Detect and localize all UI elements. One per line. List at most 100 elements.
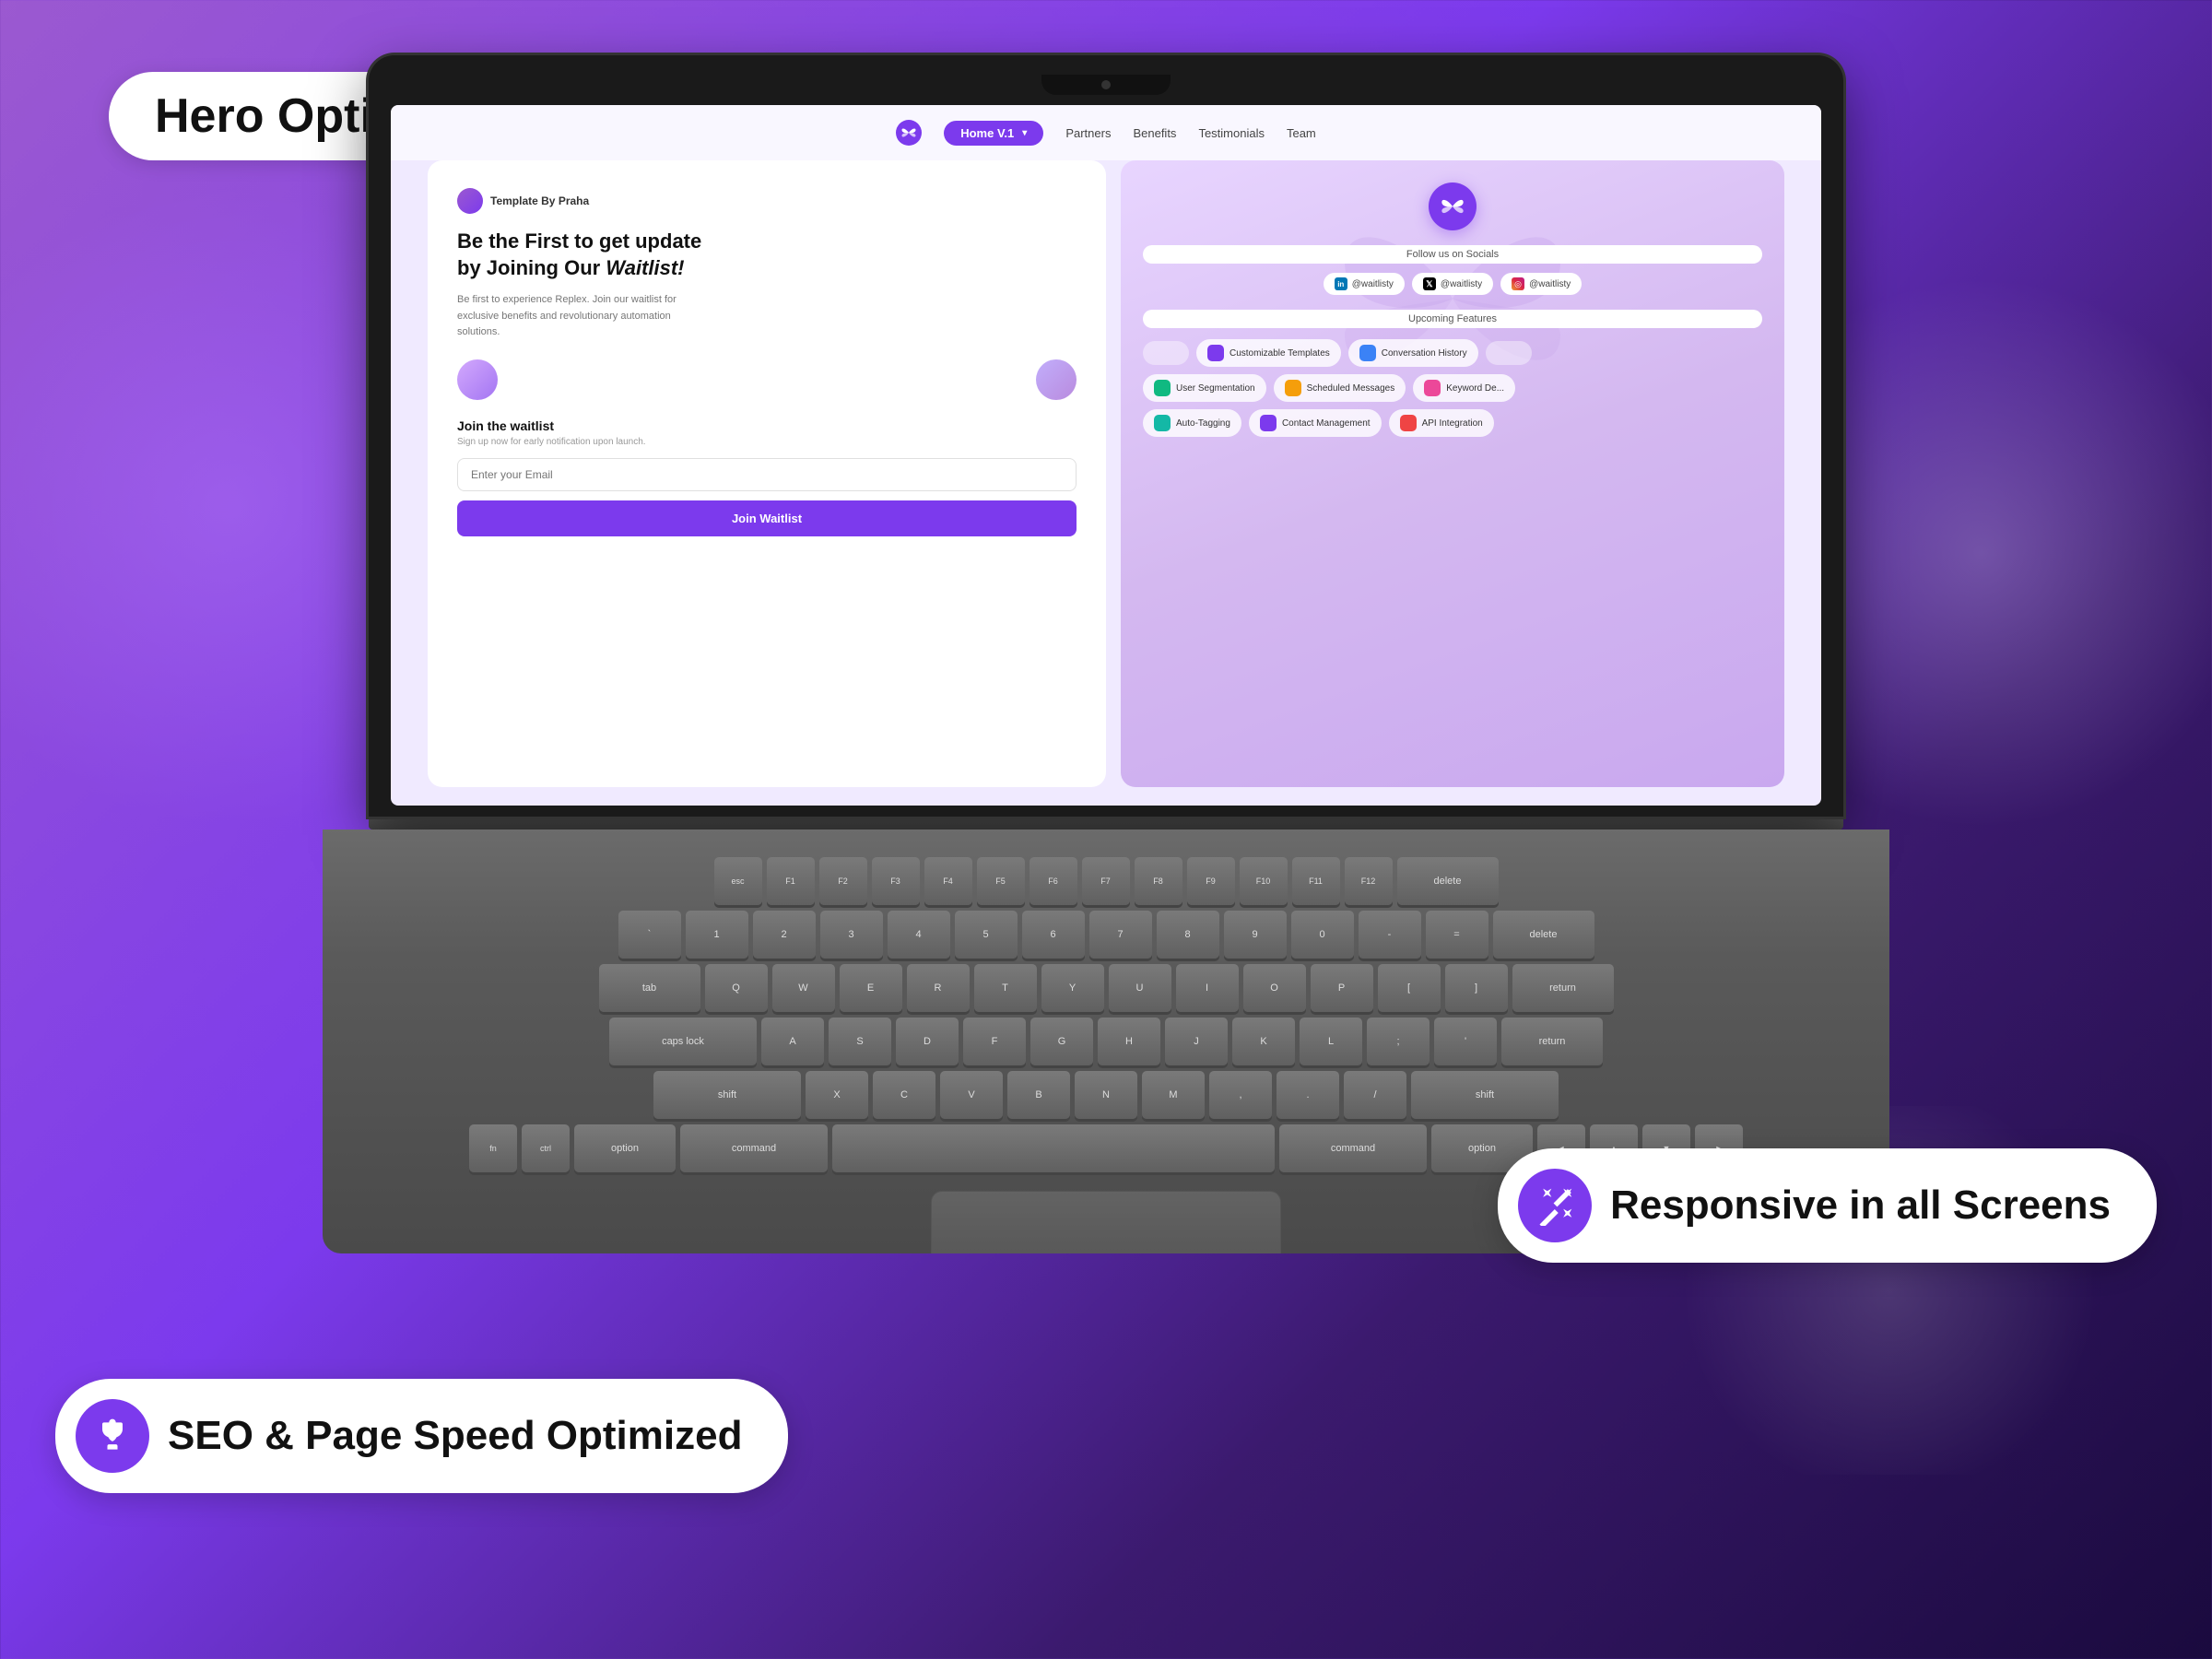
key-backspace[interactable]: delete (1493, 911, 1594, 959)
key-7[interactable]: 7 (1089, 911, 1152, 959)
key-r[interactable]: R (907, 964, 970, 1012)
key-n[interactable]: N (1075, 1071, 1137, 1119)
social-pill-twitter[interactable]: 𝕏 @waitlisty (1412, 273, 1493, 295)
nav-item-benefits[interactable]: Benefits (1133, 126, 1176, 140)
features-label: Upcoming Features (1143, 310, 1762, 328)
key-f5[interactable]: F5 (977, 857, 1025, 905)
key-shift-right[interactable]: shift (1411, 1071, 1559, 1119)
key-rbracket[interactable]: ] (1445, 964, 1508, 1012)
api-integration-icon (1400, 415, 1417, 431)
key-4[interactable]: 4 (888, 911, 950, 959)
social-pill-instagram[interactable]: ◎ @waitlisty (1500, 273, 1582, 295)
key-y[interactable]: Y (1041, 964, 1104, 1012)
key-f8[interactable]: F8 (1135, 857, 1182, 905)
key-x[interactable]: X (806, 1071, 868, 1119)
key-q[interactable]: Q (705, 964, 768, 1012)
key-semicolon[interactable]: ; (1367, 1018, 1430, 1065)
key-k[interactable]: K (1232, 1018, 1295, 1065)
hero-title: Be the First to get update by Joining Ou… (457, 229, 1077, 281)
key-ctrl[interactable]: ctrl (522, 1124, 570, 1172)
key-l[interactable]: L (1300, 1018, 1362, 1065)
feature-chip-api: API Integration (1389, 409, 1494, 437)
key-f11[interactable]: F11 (1292, 857, 1340, 905)
key-command-left[interactable]: command (680, 1124, 828, 1172)
key-caps[interactable]: caps lock (609, 1018, 757, 1065)
key-minus[interactable]: - (1359, 911, 1421, 959)
key-0[interactable]: 0 (1291, 911, 1354, 959)
key-command-right[interactable]: command (1279, 1124, 1427, 1172)
key-u[interactable]: U (1109, 964, 1171, 1012)
key-comma[interactable]: , (1209, 1071, 1272, 1119)
key-b[interactable]: B (1007, 1071, 1070, 1119)
key-lbracket[interactable]: [ (1378, 964, 1441, 1012)
key-f2[interactable]: F2 (819, 857, 867, 905)
template-text: Template By Praha (490, 194, 589, 207)
key-c[interactable]: C (873, 1071, 935, 1119)
key-delete[interactable]: delete (1397, 857, 1499, 905)
key-p[interactable]: P (1311, 964, 1373, 1012)
key-f7[interactable]: F7 (1082, 857, 1130, 905)
key-return-2[interactable]: return (1501, 1018, 1603, 1065)
key-d[interactable]: D (896, 1018, 959, 1065)
key-j[interactable]: J (1165, 1018, 1228, 1065)
key-g[interactable]: G (1030, 1018, 1093, 1065)
key-fn-key[interactable]: fn (469, 1124, 517, 1172)
key-f6[interactable]: F6 (1030, 857, 1077, 905)
key-f10[interactable]: F10 (1240, 857, 1288, 905)
hero-avatar-1 (457, 359, 498, 400)
camera-notch (1041, 75, 1171, 95)
nav-item-partners[interactable]: Partners (1065, 126, 1111, 140)
email-input[interactable] (457, 458, 1077, 491)
key-s[interactable]: S (829, 1018, 891, 1065)
faded-pill-2 (1486, 341, 1532, 365)
key-row-asdf: caps lock A S D F G H J K L ; ' return (433, 1018, 1779, 1065)
key-row-qwerty: tab Q W E R T Y U I O P [ ] return (433, 964, 1779, 1012)
dropdown-arrow-icon: ▾ (1022, 128, 1027, 138)
key-m[interactable]: M (1142, 1071, 1205, 1119)
key-f3[interactable]: F3 (872, 857, 920, 905)
key-5[interactable]: 5 (955, 911, 1018, 959)
nav-home-label: Home V.1 (960, 126, 1014, 140)
key-backtick[interactable]: ` (618, 911, 681, 959)
key-space[interactable] (832, 1124, 1275, 1172)
key-equals[interactable]: = (1426, 911, 1488, 959)
feature-chip-conversation: Conversation History (1348, 339, 1478, 367)
key-e[interactable]: E (840, 964, 902, 1012)
key-w[interactable]: W (772, 964, 835, 1012)
key-t[interactable]: T (974, 964, 1037, 1012)
key-esc[interactable]: esc (714, 857, 762, 905)
key-f9[interactable]: F9 (1187, 857, 1235, 905)
key-slash[interactable]: / (1344, 1071, 1406, 1119)
join-title: Join the waitlist (457, 418, 1077, 433)
key-o[interactable]: O (1243, 964, 1306, 1012)
website-hero: Template By Praha Be the First to get up… (391, 160, 1821, 806)
key-i[interactable]: I (1176, 964, 1239, 1012)
key-period[interactable]: . (1277, 1071, 1339, 1119)
key-tab[interactable]: tab (599, 964, 700, 1012)
key-f1[interactable]: F1 (767, 857, 815, 905)
key-option-left[interactable]: option (574, 1124, 676, 1172)
key-quote[interactable]: ' (1434, 1018, 1497, 1065)
key-8[interactable]: 8 (1157, 911, 1219, 959)
nav-home-btn[interactable]: Home V.1 ▾ (944, 121, 1043, 146)
hero-right-panel: Follow us on Socials in @waitlisty 𝕏 @wa… (1121, 160, 1784, 787)
key-3[interactable]: 3 (820, 911, 883, 959)
key-f12[interactable]: F12 (1345, 857, 1393, 905)
key-f4[interactable]: F4 (924, 857, 972, 905)
key-6[interactable]: 6 (1022, 911, 1085, 959)
social-pill-linkedin[interactable]: in @waitlisty (1324, 273, 1405, 295)
key-v[interactable]: V (940, 1071, 1003, 1119)
key-a[interactable]: A (761, 1018, 824, 1065)
touchpad[interactable] (931, 1191, 1281, 1253)
key-2[interactable]: 2 (753, 911, 816, 959)
key-h[interactable]: H (1098, 1018, 1160, 1065)
key-f[interactable]: F (963, 1018, 1026, 1065)
join-section: Join the waitlist Sign up now for early … (457, 418, 1077, 536)
key-1[interactable]: 1 (686, 911, 748, 959)
join-waitlist-button[interactable]: Join Waitlist (457, 500, 1077, 536)
key-shift-left[interactable]: shift (653, 1071, 801, 1119)
nav-item-team[interactable]: Team (1287, 126, 1316, 140)
key-return-1[interactable]: return (1512, 964, 1614, 1012)
key-9[interactable]: 9 (1224, 911, 1287, 959)
nav-item-testimonials[interactable]: Testimonials (1198, 126, 1265, 140)
